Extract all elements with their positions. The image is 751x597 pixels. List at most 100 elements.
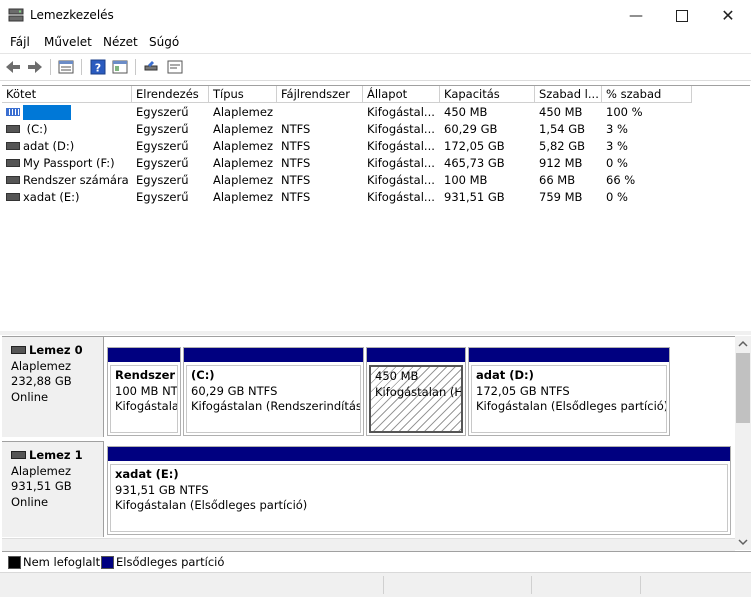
disk-size: 931,51 GB <box>11 479 72 493</box>
status-cell: Kifogástal... <box>367 173 435 187</box>
legend: Nem lefoglalt Elsődleges partíció <box>2 551 751 572</box>
column-header-capacity[interactable]: Kapacitás <box>440 86 535 103</box>
disk-type: Alaplemez <box>11 463 71 478</box>
capacity-cell: 60,29 GB <box>444 122 498 136</box>
minimize-icon: — <box>629 7 643 24</box>
free-space-cell: 912 MB <box>539 156 583 170</box>
menu-file[interactable]: Fájl <box>10 35 30 49</box>
layout-cell: Egyszerű <box>136 156 189 170</box>
scroll-up-icon[interactable] <box>738 340 748 347</box>
partition-status: Kifogástalan <box>115 399 177 413</box>
disk-list-button[interactable] <box>57 58 75 76</box>
partition-d[interactable]: adat (D:) 172,05 GB NTFS Kifogástalan (E… <box>468 347 670 436</box>
table-row[interactable]: My Passport (F:) Egyszerű Alaplemez NTFS… <box>2 155 750 172</box>
table-row[interactable]: adat (D:) Egyszerű Alaplemez NTFS Kifogá… <box>2 138 750 155</box>
table-row[interactable]: Rendszer számára ... Egyszerű Alaplemez … <box>2 172 750 189</box>
table-row[interactable]: (C:) Egyszerű Alaplemez NTFS Kifogástal.… <box>2 121 750 138</box>
partition-size: 100 MB NTI <box>115 383 178 398</box>
partition-recovery-selected[interactable]: 450 MB Kifogástalan (He <box>366 347 466 436</box>
column-header-percent-free[interactable]: % szabad <box>602 86 692 103</box>
filesystem-cell: NTFS <box>281 122 311 136</box>
column-header-layout[interactable]: Elrendezés <box>132 86 209 103</box>
minimize-button[interactable]: — <box>613 0 659 31</box>
drive-properties-icon <box>144 61 158 71</box>
menu-view[interactable]: Nézet <box>103 35 138 49</box>
disk-list-icon <box>58 60 74 74</box>
column-header-filesystem[interactable]: Fájlrendszer <box>277 86 363 103</box>
menu-help[interactable]: Súgó <box>149 35 179 49</box>
column-header-volume[interactable]: Kötet <box>2 86 132 103</box>
layout-cell: Egyszerű <box>136 105 189 119</box>
status-bar <box>0 572 751 597</box>
partition-c[interactable]: (C:) 60,29 GB NTFS Kifogástalan (Rendsze… <box>183 347 364 436</box>
disk-name: Lemez 0 <box>29 343 83 357</box>
disk-name: Lemez 1 <box>29 448 83 462</box>
disk-management-icon <box>8 8 24 22</box>
percent-free-cell: 66 % <box>606 173 636 187</box>
disk-icon <box>11 450 26 459</box>
vertical-scrollbar[interactable] <box>735 336 751 550</box>
type-cell: Alaplemez <box>213 139 273 153</box>
disk-0-info[interactable]: Lemez 0 Alaplemez 232,88 GB Online <box>2 337 104 437</box>
rescan-button[interactable] <box>166 58 184 76</box>
close-button[interactable]: ✕ <box>705 0 751 31</box>
filesystem-cell: NTFS <box>281 190 311 204</box>
close-icon: ✕ <box>721 6 735 25</box>
primary-partition-bar <box>108 447 730 461</box>
rescan-icon <box>167 60 183 74</box>
console-tree-icon <box>112 60 128 74</box>
capacity-cell: 465,73 GB <box>444 156 505 170</box>
status-cell: Kifogástal... <box>367 156 435 170</box>
disk-status: Online <box>11 494 49 509</box>
partition-system-reserved[interactable]: Rendszer s 100 MB NTI Kifogástalan <box>107 347 181 436</box>
capacity-cell: 100 MB <box>444 173 488 187</box>
capacity-cell: 450 MB <box>444 105 488 119</box>
volume-icon <box>6 192 20 201</box>
toolbar-separator <box>135 59 136 75</box>
scroll-down-icon[interactable] <box>738 539 748 546</box>
filesystem-cell: NTFS <box>281 139 311 153</box>
partition-name: Rendszer s <box>115 368 177 382</box>
help-button[interactable]: ? <box>89 58 107 76</box>
volume-icon <box>6 124 20 133</box>
partition-e[interactable]: xadat (E:) 931,51 GB NTFS Kifogástalan (… <box>107 446 731 535</box>
column-header-free-space[interactable]: Szabad l... <box>535 86 602 103</box>
scroll-thumb[interactable] <box>736 353 750 423</box>
volume-icon <box>6 141 20 150</box>
maximize-button[interactable] <box>659 0 705 31</box>
legend-unallocated: Nem lefoglalt <box>23 555 101 569</box>
menu-action[interactable]: Művelet <box>44 35 92 49</box>
primary-partition-bar <box>184 348 363 362</box>
partition-status: Kifogástalan (Elsődleges partíció) <box>476 399 667 413</box>
volume-icon <box>6 107 20 116</box>
partition-name: (C:) <box>191 368 215 382</box>
drive-properties-button[interactable] <box>142 58 160 76</box>
partition-status: Kifogástalan (He <box>375 384 463 399</box>
status-cell: Kifogástal... <box>367 105 435 119</box>
disk-type: Alaplemez <box>11 358 71 373</box>
help-icon: ? <box>90 59 106 75</box>
percent-free-cell: 3 % <box>606 122 628 136</box>
table-row[interactable]: Egyszerű Alaplemez Kifogástal... 450 MB … <box>2 104 750 121</box>
console-tree-button[interactable] <box>111 58 129 76</box>
status-cell: Kifogástal... <box>367 122 435 136</box>
type-cell: Alaplemez <box>213 156 273 170</box>
disk-size: 232,88 GB <box>11 374 72 388</box>
column-header-status[interactable]: Állapot <box>363 86 440 103</box>
capacity-cell: 931,51 GB <box>444 190 505 204</box>
percent-free-cell: 3 % <box>606 139 628 153</box>
type-cell: Alaplemez <box>213 105 273 119</box>
volume-list[interactable]: Kötet Elrendezés Típus Fájlrendszer Álla… <box>2 85 750 332</box>
back-button[interactable] <box>4 58 22 76</box>
table-row[interactable]: xadat (E:) Egyszerű Alaplemez NTFS Kifog… <box>2 189 750 206</box>
title-bar: Lemezkezelés — ✕ <box>0 0 751 31</box>
column-header-type[interactable]: Típus <box>209 86 277 103</box>
forward-button[interactable] <box>26 58 44 76</box>
type-cell: Alaplemez <box>213 190 273 204</box>
maximize-icon <box>676 9 688 22</box>
percent-free-cell: 100 % <box>606 105 643 119</box>
pane-splitter[interactable] <box>0 331 751 335</box>
disk-1-partitions: xadat (E:) 931,51 GB NTFS Kifogástalan (… <box>104 441 735 537</box>
disk-1-info[interactable]: Lemez 1 Alaplemez 931,51 GB Online <box>2 441 104 537</box>
horizontal-scroll-area <box>2 538 735 551</box>
